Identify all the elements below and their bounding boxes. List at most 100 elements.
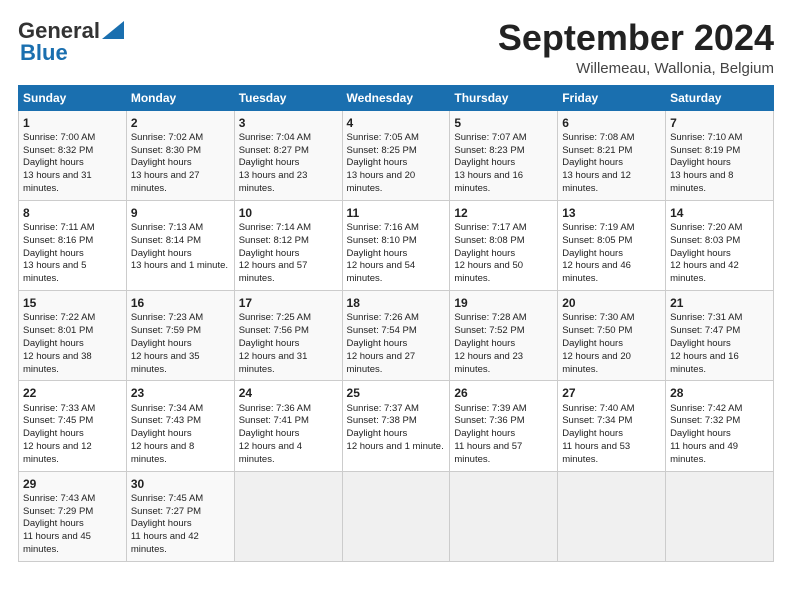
sunrise-label: Sunrise: 7:13 AM [131,222,203,233]
table-cell: 6Sunrise: 7:08 AMSunset: 8:21 PMDaylight… [558,110,666,200]
sunrise-label: Sunrise: 7:22 AM [23,312,95,323]
daylight-label: Daylight hours [562,338,623,349]
table-cell: 24Sunrise: 7:36 AMSunset: 7:41 PMDayligh… [234,381,342,471]
day-number: 28 [670,385,769,401]
sunrise-label: Sunrise: 7:42 AM [670,403,742,414]
sunrise-label: Sunrise: 7:11 AM [23,222,95,233]
daylight-label: Daylight hours [562,248,623,259]
sunrise-label: Sunrise: 7:16 AM [347,222,419,233]
sunrise-label: Sunrise: 7:00 AM [23,132,95,143]
day-number: 25 [347,385,446,401]
day-number: 11 [347,205,446,221]
sunrise-label: Sunrise: 7:25 AM [239,312,311,323]
daylight-duration: 13 hours and 31 minutes. [23,170,92,194]
table-cell: 27Sunrise: 7:40 AMSunset: 7:34 PMDayligh… [558,381,666,471]
daylight-label: Daylight hours [454,248,515,259]
table-cell [234,471,342,561]
daylight-duration: 13 hours and 20 minutes. [347,170,416,194]
daylight-duration: 12 hours and 46 minutes. [562,260,631,284]
daylight-label: Daylight hours [23,248,84,259]
table-cell [450,471,558,561]
daylight-duration: 12 hours and 31 minutes. [239,351,308,375]
daylight-label: Daylight hours [131,157,192,168]
sunrise-label: Sunrise: 7:43 AM [23,493,95,504]
day-number: 24 [239,385,338,401]
daylight-duration: 12 hours and 16 minutes. [670,351,739,375]
sunrise-label: Sunrise: 7:30 AM [562,312,634,323]
sunset-label: Sunset: 8:08 PM [454,235,524,246]
sunrise-label: Sunrise: 7:26 AM [347,312,419,323]
sunset-label: Sunset: 8:16 PM [23,235,93,246]
col-monday: Monday [126,85,234,110]
day-number: 4 [347,115,446,131]
table-row: 15Sunrise: 7:22 AMSunset: 8:01 PMDayligh… [19,291,774,381]
daylight-label: Daylight hours [670,248,731,259]
day-number: 17 [239,295,338,311]
sunset-label: Sunset: 7:43 PM [131,415,201,426]
table-cell: 22Sunrise: 7:33 AMSunset: 7:45 PMDayligh… [19,381,127,471]
daylight-label: Daylight hours [347,428,408,439]
table-cell: 30Sunrise: 7:45 AMSunset: 7:27 PMDayligh… [126,471,234,561]
table-cell: 17Sunrise: 7:25 AM Sunset: 7:56 PM Dayligh… [234,291,342,381]
sunset-label: Sunset: 8:05 PM [562,235,632,246]
day-number: 8 [23,205,122,221]
day-number: 29 [23,476,122,492]
daylight-label: Daylight hours [239,338,300,349]
table-row: 29Sunrise: 7:43 AMSunset: 7:29 PMDayligh… [19,471,774,561]
table-cell: 7Sunrise: 7:10 AMSunset: 8:19 PMDaylight… [666,110,774,200]
daylight-duration: 12 hours and 20 minutes. [562,351,631,375]
sunset-label: Sunset: 8:19 PM [670,145,740,156]
daylight-duration: 13 hours and 1 minute. [131,260,228,271]
table-cell: 20Sunrise: 7:30 AMSunset: 7:50 PMDayligh… [558,291,666,381]
daylight-duration: 13 hours and 16 minutes. [454,170,523,194]
sunrise-label: Sunrise: 7:33 AM [23,403,95,414]
sunset-label: Sunset: 7:52 PM [454,325,524,336]
day-number: 30 [131,476,230,492]
daylight-duration: 12 hours and 27 minutes. [347,351,416,375]
header-row: Sunday Monday Tuesday Wednesday Thursday… [19,85,774,110]
sunrise-label: Sunrise: 7:37 AM [347,403,419,414]
sunset-label: Sunset: 8:01 PM [23,325,93,336]
sunrise-label: Sunrise: 7:08 AM [562,132,634,143]
day-number: 6 [562,115,661,131]
logo-blue: Blue [20,40,68,66]
col-saturday: Saturday [666,85,774,110]
table-cell: 19Sunrise: 7:28 AMSunset: 7:52 PMDayligh… [450,291,558,381]
col-thursday: Thursday [450,85,558,110]
daylight-label: Daylight hours [454,157,515,168]
sunset-label: Sunset: 7:59 PM [131,325,201,336]
daylight-label: Daylight hours [239,157,300,168]
location-subtitle: Willemeau, Wallonia, Belgium [498,60,774,77]
sunset-label: Sunset: 7:50 PM [562,325,632,336]
header: General Blue September 2024 Willemeau, W… [18,18,774,77]
sunset-label: Sunset: 7:36 PM [454,415,524,426]
day-number: 23 [131,385,230,401]
sunrise-label: Sunrise: 7:20 AM [670,222,742,233]
sunset-label: Sunset: 7:32 PM [670,415,740,426]
sunrise-label: Sunrise: 7:45 AM [131,493,203,504]
sunrise-label: Sunrise: 7:04 AM [239,132,311,143]
sunset-label: Sunset: 8:12 PM [239,235,309,246]
daylight-label: Daylight hours [347,248,408,259]
daylight-label: Daylight hours [670,428,731,439]
daylight-duration: 13 hours and 8 minutes. [670,170,733,194]
sunrise-label: Sunrise: 7:28 AM [454,312,526,323]
daylight-label: Daylight hours [131,518,192,529]
daylight-duration: 12 hours and 23 minutes. [454,351,523,375]
sunrise-label: Sunrise: 7:02 AM [131,132,203,143]
day-number: 13 [562,205,661,221]
table-cell: 4Sunrise: 7:05 AMSunset: 8:25 PMDaylight… [342,110,450,200]
table-cell: 8Sunrise: 7:11 AM Sunset: 8:16 PM Daylight… [19,200,127,290]
sunrise-label: Sunrise: 7:10 AM [670,132,742,143]
daylight-duration: 12 hours and 4 minutes. [239,441,302,465]
daylight-label: Daylight hours [347,338,408,349]
day-number: 1 [23,115,122,131]
title-block: September 2024 Willemeau, Wallonia, Belg… [498,18,774,77]
sunset-label: Sunset: 7:56 PM [239,325,309,336]
table-cell: 14Sunrise: 7:20 AMSunset: 8:03 PMDayligh… [666,200,774,290]
day-number: 10 [239,205,338,221]
table-cell [342,471,450,561]
daylight-duration: 11 hours and 57 minutes. [454,441,522,465]
daylight-duration: 11 hours and 53 minutes. [562,441,630,465]
sunrise-label: Sunrise: 7:40 AM [562,403,634,414]
